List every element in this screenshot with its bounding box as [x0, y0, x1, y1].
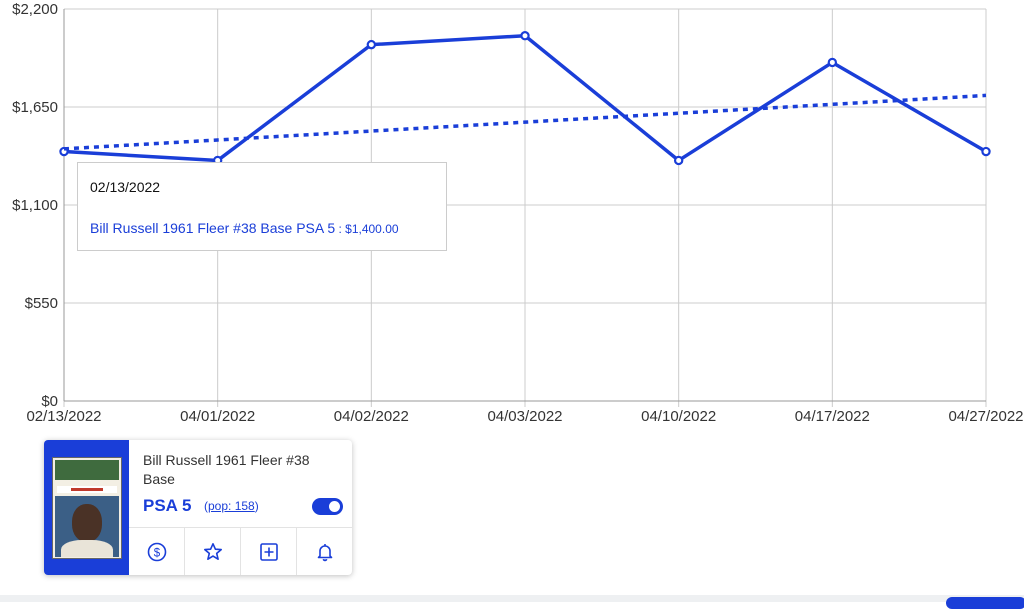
price-alert-button[interactable]: [296, 528, 352, 575]
tooltip-separator: :: [335, 222, 346, 236]
x-tick-label: 04/02/2022: [334, 408, 409, 425]
card-thumbnail-nameplate: [57, 486, 117, 493]
x-tick-label: 04/10/2022: [641, 408, 716, 425]
bell-icon: [317, 544, 332, 562]
y-tick-label: $550: [25, 295, 58, 312]
card-thumbnail[interactable]: [52, 457, 122, 559]
data-point: [520, 31, 530, 41]
card-thumbnail-photo: [55, 496, 119, 557]
add-to-collection-button[interactable]: [240, 528, 296, 575]
favorite-button[interactable]: [184, 528, 240, 575]
tooltip-value: $1,400.00: [345, 222, 399, 236]
card-action-bar: $: [129, 527, 352, 575]
plus-square-icon: [259, 543, 278, 561]
card-summary: Bill Russell 1961 Fleer #38 Base PSA 5 (…: [44, 440, 352, 575]
x-tick-label: 02/13/2022: [26, 408, 101, 425]
card-thumbnail-banner: [55, 460, 119, 480]
tooltip-series-label: Bill Russell 1961 Fleer #38 Base PSA 5: [90, 220, 336, 236]
data-point: [366, 39, 377, 50]
chart-tooltip: 02/13/2022 Bill Russell 1961 Fleer #38 B…: [77, 162, 447, 251]
y-tick-label: $1,650: [12, 99, 58, 116]
tooltip-series-line: Bill Russell 1961 Fleer #38 Base PSA 5 :…: [90, 220, 399, 236]
tooltip-date: 02/13/2022: [90, 179, 161, 195]
series-visibility-toggle[interactable]: [312, 498, 343, 515]
footer-action-button[interactable]: [946, 597, 1024, 609]
card-image-panel: [44, 440, 129, 575]
data-point: [827, 57, 838, 68]
pop-link[interactable]: pop: 158: [208, 499, 255, 513]
x-tick-label: 04/01/2022: [180, 408, 255, 425]
svg-text:$: $: [153, 547, 160, 559]
card-pop: (pop: 158): [204, 499, 259, 513]
footer-bar: [0, 595, 1024, 602]
price-button[interactable]: $: [129, 528, 184, 575]
toggle-knob: [329, 501, 340, 512]
pop-close-paren: ): [254, 499, 259, 513]
data-point: [673, 155, 684, 166]
x-tick-label: 04/27/2022: [948, 408, 1023, 425]
y-tick-label: $2,200: [12, 1, 58, 18]
x-axis: 02/13/2022 04/01/2022 04/02/2022 04/03/2022…: [26, 408, 1023, 425]
card-grade: PSA 5: [143, 496, 192, 515]
y-tick-label: $1,100: [12, 197, 58, 214]
x-tick-label: 04/03/2022: [487, 408, 562, 425]
x-tick-label: 04/17/2022: [795, 408, 870, 425]
star-icon: [203, 542, 222, 561]
dollar-circle-icon: $: [147, 542, 166, 562]
data-point: [981, 146, 991, 157]
card-title[interactable]: Bill Russell 1961 Fleer #38 Base: [143, 451, 343, 489]
y-axis: $0$550$1,100$1,650$2,200: [12, 1, 58, 410]
